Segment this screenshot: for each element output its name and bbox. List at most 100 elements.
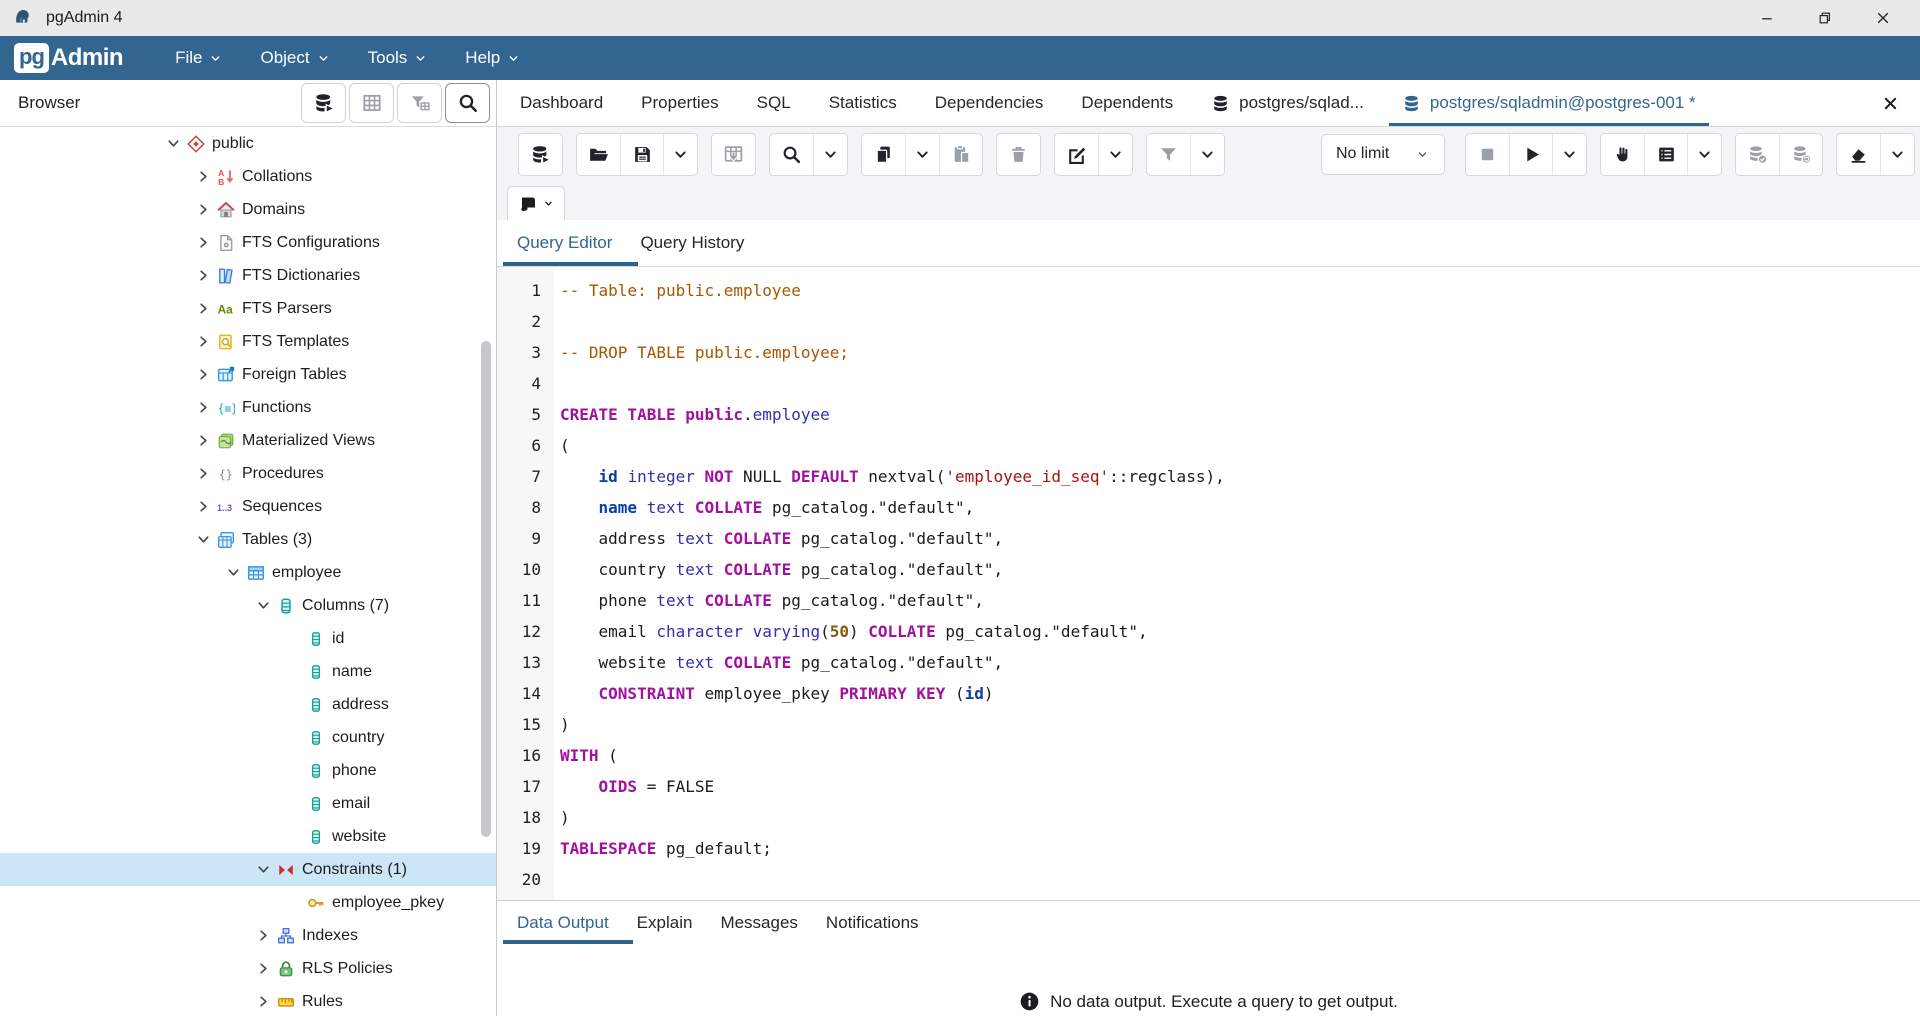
menu-tools[interactable]: Tools xyxy=(368,48,428,68)
tree-item-rls-policies[interactable]: RLS Policies xyxy=(0,952,496,985)
tree-item-fts-parsers[interactable]: AaFTS Parsers xyxy=(0,292,496,325)
tree-item-procedures[interactable]: {}Procedures xyxy=(0,457,496,490)
tree-item-id[interactable]: id xyxy=(0,622,496,655)
clear-dropdown-toggle[interactable] xyxy=(1880,134,1914,175)
menu-help[interactable]: Help xyxy=(465,48,520,68)
clear-button[interactable] xyxy=(1837,134,1880,175)
tree-item-constraints-1[interactable]: Constraints (1) xyxy=(0,853,496,886)
tree-chevron-right-icon[interactable] xyxy=(250,961,276,976)
tree-item-domains[interactable]: Domains xyxy=(0,193,496,226)
tree-chevron-right-icon[interactable] xyxy=(190,169,216,184)
edit-button[interactable] xyxy=(1055,134,1098,175)
tree-chevron-right-icon[interactable] xyxy=(190,433,216,448)
query-tool-button[interactable] xyxy=(301,83,346,123)
tree-chevron-right-icon[interactable] xyxy=(190,499,216,514)
tree-chevron-right-icon[interactable] xyxy=(250,994,276,1009)
tab-explain[interactable]: Explain xyxy=(623,901,707,944)
code-pane[interactable]: -- Table: public.employee-- DROP TABLE p… xyxy=(554,267,1920,900)
minimize-icon[interactable] xyxy=(1738,0,1796,36)
execute-dropdown-toggle[interactable] xyxy=(1552,134,1586,175)
paste-button[interactable] xyxy=(939,134,982,175)
maximize-icon[interactable] xyxy=(1796,0,1854,36)
tab-postgres-sqladmin-postgres-001[interactable]: postgres/sqladmin@postgres-001 * xyxy=(1383,80,1715,126)
tree-chevron-right-icon[interactable] xyxy=(250,928,276,943)
sql-editor[interactable]: 1234567891011121314151617181920 -- Table… xyxy=(497,267,1920,900)
tree-item-foreign-tables[interactable]: Foreign Tables xyxy=(0,358,496,391)
tree-chevron-down-icon[interactable] xyxy=(190,532,216,547)
close-tab-icon[interactable] xyxy=(1876,89,1904,117)
tab-dependents[interactable]: Dependents xyxy=(1062,80,1192,126)
save-dropdown-toggle[interactable] xyxy=(663,134,697,175)
execute-button[interactable] xyxy=(1509,134,1552,175)
menu-object[interactable]: Object xyxy=(260,48,329,68)
tab-messages[interactable]: Messages xyxy=(706,901,811,944)
tab-data-output[interactable]: Data Output xyxy=(503,901,623,944)
cancel-query-button[interactable] xyxy=(1466,134,1509,175)
tree-item-employee[interactable]: employee xyxy=(0,556,496,589)
grid-dropdown-toggle[interactable] xyxy=(1687,134,1721,175)
menu-file[interactable]: File xyxy=(175,48,222,68)
open-file-button[interactable] xyxy=(577,134,620,175)
tree-chevron-right-icon[interactable] xyxy=(190,400,216,415)
save-data-changes-button[interactable] xyxy=(712,134,755,175)
tab-sql[interactable]: SQL xyxy=(738,80,810,126)
tab-properties[interactable]: Properties xyxy=(622,80,737,126)
tree-scrollbar-thumb[interactable] xyxy=(481,341,491,837)
rollback-button[interactable] xyxy=(1779,134,1822,175)
tree-item-rules[interactable]: Rules xyxy=(0,985,496,1016)
tree-item-columns-7[interactable]: Columns (7) xyxy=(0,589,496,622)
grid-button[interactable] xyxy=(1644,134,1687,175)
tree-chevron-right-icon[interactable] xyxy=(190,334,216,349)
filtered-rows-button[interactable] xyxy=(397,83,442,123)
tree-chevron-down-icon[interactable] xyxy=(250,862,276,877)
tab-query-history[interactable]: Query History xyxy=(626,220,758,266)
row-limit-select[interactable]: No limit xyxy=(1321,134,1445,175)
tree-chevron-right-icon[interactable] xyxy=(190,202,216,217)
tab-notifications[interactable]: Notifications xyxy=(812,901,933,944)
tab-dashboard[interactable]: Dashboard xyxy=(501,80,622,126)
new-query-tool-button[interactable] xyxy=(519,134,562,175)
tree-chevron-down-icon[interactable] xyxy=(220,565,246,580)
tree-chevron-right-icon[interactable] xyxy=(190,301,216,316)
search-objects-button[interactable] xyxy=(445,83,490,123)
macro-button[interactable] xyxy=(507,186,565,220)
tab-dependencies[interactable]: Dependencies xyxy=(916,80,1063,126)
tree-item-website[interactable]: website xyxy=(0,820,496,853)
tree-item-fts-dictionaries[interactable]: FTS Dictionaries xyxy=(0,259,496,292)
tree-item-employee-pkey[interactable]: employee_pkey xyxy=(0,886,496,919)
delete-button[interactable] xyxy=(997,134,1040,175)
tree-item-fts-configurations[interactable]: FTS Configurations xyxy=(0,226,496,259)
filter-button[interactable] xyxy=(1147,134,1190,175)
edit-dropdown-toggle[interactable] xyxy=(1098,134,1132,175)
tree-item-public[interactable]: public xyxy=(0,127,496,160)
tree-chevron-down-icon[interactable] xyxy=(250,598,276,613)
tab-query-editor[interactable]: Query Editor xyxy=(503,220,626,266)
tree-item-email[interactable]: email xyxy=(0,787,496,820)
tree-item-materialized-views[interactable]: Materialized Views xyxy=(0,424,496,457)
tree-item-tables-3[interactable]: Tables (3) xyxy=(0,523,496,556)
tree-item-country[interactable]: country xyxy=(0,721,496,754)
find-dropdown-toggle[interactable] xyxy=(813,134,847,175)
tree-chevron-right-icon[interactable] xyxy=(190,466,216,481)
tree-item-phone[interactable]: phone xyxy=(0,754,496,787)
save-file-button[interactable] xyxy=(620,134,663,175)
tree-chevron-right-icon[interactable] xyxy=(190,367,216,382)
tree-chevron-right-icon[interactable] xyxy=(190,235,216,250)
tree-item-fts-templates[interactable]: FTS Templates xyxy=(0,325,496,358)
tree-item-name[interactable]: name xyxy=(0,655,496,688)
tree-chevron-down-icon[interactable] xyxy=(160,136,186,151)
tree-item-functions[interactable]: {≡}Functions xyxy=(0,391,496,424)
close-icon[interactable] xyxy=(1854,0,1912,36)
hand-pointer-button[interactable] xyxy=(1601,134,1644,175)
tab-statistics[interactable]: Statistics xyxy=(810,80,916,126)
tree-item-address[interactable]: address xyxy=(0,688,496,721)
view-data-button[interactable] xyxy=(349,83,394,123)
copy-button[interactable] xyxy=(862,134,905,175)
tab-postgres-sqlad[interactable]: postgres/sqlad... xyxy=(1192,80,1383,126)
tree-item-indexes[interactable]: Indexes xyxy=(0,919,496,952)
tree-item-sequences[interactable]: 1..3Sequences xyxy=(0,490,496,523)
tree-chevron-right-icon[interactable] xyxy=(190,268,216,283)
tree-item-collations[interactable]: ABCollations xyxy=(0,160,496,193)
filter-dropdown-toggle[interactable] xyxy=(1190,134,1224,175)
find-button[interactable] xyxy=(770,134,813,175)
